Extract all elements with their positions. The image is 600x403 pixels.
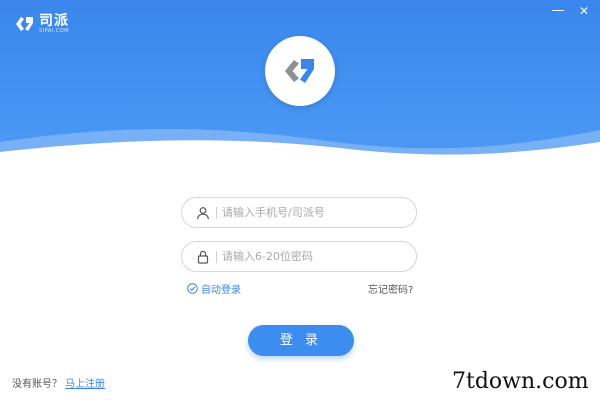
auto-login-label: 自动登录 [201, 285, 241, 296]
password-field[interactable] [181, 241, 417, 272]
field-divider [216, 207, 217, 219]
password-input[interactable] [222, 242, 408, 271]
sipai-logo-icon [285, 59, 314, 83]
main-logo [265, 36, 335, 106]
header-wave [0, 129, 600, 170]
auto-login-checkbox[interactable]: 自动登录 [187, 281, 241, 296]
brand-logo: 司派 SIPAI.COM [14, 13, 69, 35]
watermark: 7tdown.com [452, 369, 589, 394]
brand-domain: SIPAI.COM [39, 28, 70, 34]
brand-name: 司派 [39, 13, 69, 29]
username-input[interactable] [222, 198, 408, 227]
username-field[interactable] [181, 197, 417, 228]
no-account-text: 没有账号？ [12, 379, 62, 390]
lock-icon [197, 250, 209, 264]
field-divider [216, 251, 217, 263]
check-circle-icon [187, 283, 198, 294]
minimize-button[interactable]: — [551, 4, 565, 18]
user-icon [196, 207, 210, 220]
close-button[interactable]: ✕ [577, 4, 591, 18]
register-link[interactable]: 马上注册 [65, 379, 105, 390]
sipai-logo-icon [16, 17, 33, 31]
forgot-password-link[interactable]: 忘记密码? [368, 281, 413, 296]
brand-text: 司派 SIPAI.COM [39, 14, 69, 34]
register-prompt: 没有账号？ 马上注册 [12, 375, 105, 390]
login-button[interactable]: 登 录 [248, 325, 354, 356]
